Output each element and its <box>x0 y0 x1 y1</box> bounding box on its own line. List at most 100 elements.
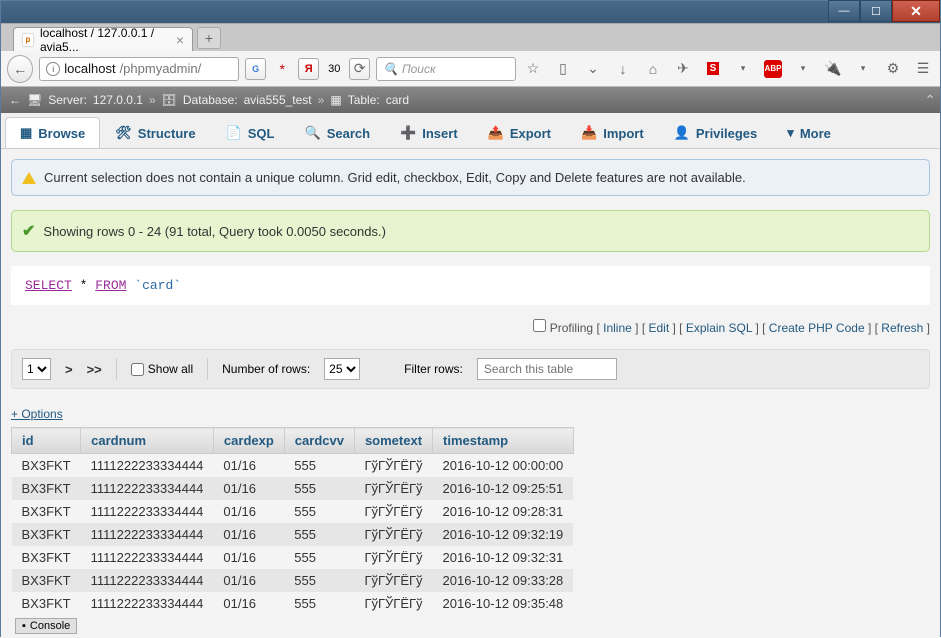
inline-link[interactable]: Inline <box>603 321 632 335</box>
yandex-icon[interactable]: Я <box>298 58 319 80</box>
nav-toggle-icon[interactable]: ← <box>9 93 21 107</box>
window-close-button[interactable]: ✕ <box>892 0 940 22</box>
google-icon[interactable]: G <box>245 58 266 80</box>
column-header-timestamp[interactable]: timestamp <box>433 428 574 454</box>
show-all-label: Show all <box>148 362 193 376</box>
tab-label: Browse <box>38 126 85 141</box>
num-rows-select[interactable]: 25 <box>324 358 360 380</box>
window-minimize-button[interactable]: — <box>828 0 860 22</box>
last-page-button[interactable]: >> <box>87 362 102 377</box>
next-page-button[interactable]: > <box>65 362 73 377</box>
cell-cardcvv: 555 <box>284 454 354 478</box>
cell-id: BX3FKT <box>12 592 81 615</box>
profiling-checkbox[interactable] <box>533 319 546 332</box>
options-link[interactable]: + Options <box>11 407 63 421</box>
edit-link[interactable]: Edit <box>648 321 669 335</box>
table-row: BX3FKT111122223333444401/16555ГўГЎГЁГў20… <box>12 523 574 546</box>
window-maximize-button[interactable]: ☐ <box>860 0 892 22</box>
downloads-icon[interactable]: ↓ <box>612 58 634 80</box>
tab-import[interactable]: 📥Import <box>566 117 659 148</box>
cell-timestamp: 2016-10-12 09:33:28 <box>433 569 574 592</box>
tab-close-icon[interactable]: × <box>176 32 184 48</box>
cell-cardcvv: 555 <box>284 477 354 500</box>
paging-toolbar: 1 > >> Show all Number of rows: 25 Filte… <box>11 349 930 389</box>
crumb-table-value[interactable]: card <box>386 93 409 107</box>
results-table: idcardnumcardexpcardcvvsometexttimestamp… <box>11 427 574 615</box>
server-icon: 🖥 <box>27 93 42 107</box>
cell-cardexp: 01/16 <box>213 569 284 592</box>
cell-cardnum: 1111222233334444 <box>81 546 214 569</box>
url-bar[interactable]: i localhost/phpmyadmin/ <box>39 57 239 81</box>
back-button[interactable]: ← <box>7 55 33 83</box>
home-icon[interactable]: ⌂ <box>642 58 664 80</box>
cell-cardnum: 1111222233334444 <box>81 500 214 523</box>
column-header-cardexp[interactable]: cardexp <box>213 428 284 454</box>
browser-toolbar: ← i localhost/phpmyadmin/ G * Я 30 ⟳ 🔍 П… <box>1 51 940 87</box>
export-icon: 📤 <box>488 125 504 141</box>
search-tab-icon: 🔍 <box>305 125 321 141</box>
crumb-db-label: Database: <box>183 93 238 107</box>
cell-timestamp: 2016-10-12 09:32:31 <box>433 546 574 569</box>
divider <box>116 358 117 380</box>
bookmark-star-icon[interactable]: ☆ <box>522 58 544 80</box>
page-select[interactable]: 1 <box>22 358 51 380</box>
extension-plugin-icon[interactable]: 🔌 <box>822 58 844 80</box>
tab-more[interactable]: ▾More <box>772 117 846 148</box>
dropdown-icon-3[interactable]: ▾ <box>852 58 874 80</box>
table-row: BX3FKT111122223333444401/16555ГўГЎГЁГў20… <box>12 454 574 478</box>
send-icon[interactable]: ✈ <box>672 58 694 80</box>
search-box[interactable]: 🔍 Поиск <box>376 57 516 81</box>
warning-text: Current selection does not contain a uni… <box>44 170 746 185</box>
show-all-checkbox[interactable] <box>131 363 144 376</box>
column-header-sometext[interactable]: sometext <box>354 428 432 454</box>
browser-tab[interactable]: p localhost / 127.0.0.1 / avia5... × <box>13 27 193 51</box>
privileges-icon: 👤 <box>674 125 690 141</box>
browser-tab-strip: p localhost / 127.0.0.1 / avia5... × + <box>1 23 940 51</box>
column-header-id[interactable]: id <box>12 428 81 454</box>
explain-link[interactable]: Explain SQL <box>686 321 752 335</box>
profiling-label: Profiling <box>550 321 593 335</box>
column-header-cardnum[interactable]: cardnum <box>81 428 214 454</box>
tab-label: Search <box>327 126 370 141</box>
cell-cardcvv: 555 <box>284 500 354 523</box>
browser-tab-title: localhost / 127.0.0.1 / avia5... <box>40 26 170 54</box>
cell-cardexp: 01/16 <box>213 500 284 523</box>
tab-export[interactable]: 📤Export <box>473 117 566 148</box>
table-row: BX3FKT111122223333444401/16555ГўГЎГЁГў20… <box>12 477 574 500</box>
settings-gear-icon[interactable]: ⚙ <box>882 58 904 80</box>
crumb-server-value[interactable]: 127.0.0.1 <box>93 93 143 107</box>
crumb-db-value[interactable]: avia555_test <box>244 93 312 107</box>
url-host: localhost <box>64 61 115 76</box>
cell-cardnum: 1111222233334444 <box>81 592 214 615</box>
tab-structure[interactable]: 🛠Structure <box>100 117 210 148</box>
sidebar-icon[interactable]: ▯ <box>552 58 574 80</box>
menu-hamburger-icon[interactable]: ☰ <box>912 58 934 80</box>
filter-input[interactable] <box>477 358 617 380</box>
pocket-icon[interactable]: ⌄ <box>582 58 604 80</box>
tab-insert[interactable]: ➕Insert <box>385 117 473 148</box>
tab-search[interactable]: 🔍 Search <box>290 117 386 148</box>
adblock-icon[interactable]: ABP <box>762 58 784 80</box>
cell-sometext: ГўГЎГЁГў <box>354 477 432 500</box>
cell-id: BX3FKT <box>12 454 81 478</box>
dropdown-icon[interactable]: ▾ <box>732 58 754 80</box>
filter-label: Filter rows: <box>404 362 463 376</box>
collapse-icon[interactable]: ⌃ <box>924 92 936 109</box>
new-tab-button[interactable]: + <box>197 27 221 49</box>
site-info-icon[interactable]: i <box>46 62 60 76</box>
reload-button[interactable]: ⟳ <box>349 58 370 80</box>
column-header-cardcvv[interactable]: cardcvv <box>284 428 354 454</box>
tab-sql[interactable]: 📄SQL <box>211 117 290 148</box>
console-toggle[interactable]: ▪ Console <box>15 618 77 634</box>
tab-browse[interactable]: ▦Browse <box>5 117 100 148</box>
check-icon: ✔ <box>22 221 35 241</box>
create-php-link[interactable]: Create PHP Code <box>769 321 865 335</box>
extension-s-icon[interactable]: S <box>702 58 724 80</box>
table-row: BX3FKT111122223333444401/16555ГўГЎГЁГў20… <box>12 569 574 592</box>
refresh-link[interactable]: Refresh <box>881 321 923 335</box>
crumb-server-label: Server: <box>48 93 87 107</box>
cell-cardcvv: 555 <box>284 569 354 592</box>
tab-privileges[interactable]: 👤Privileges <box>659 117 773 148</box>
more-caret-icon: ▾ <box>787 125 794 141</box>
dropdown-icon-2[interactable]: ▾ <box>792 58 814 80</box>
